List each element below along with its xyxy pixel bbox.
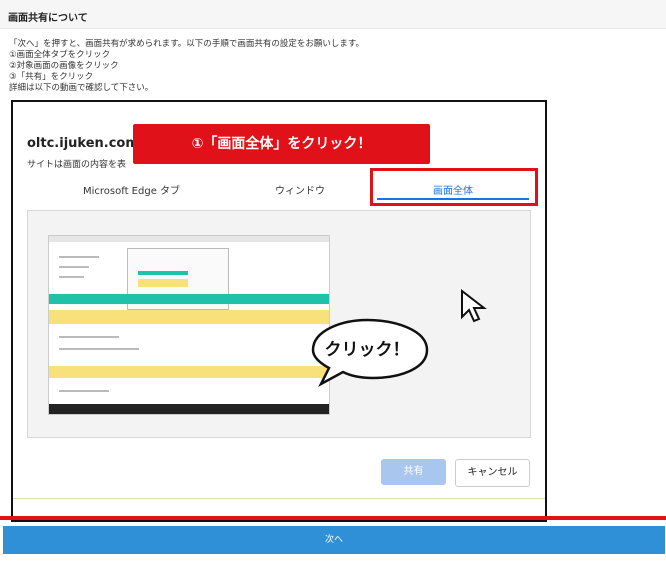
instruction-line: 「次へ」を押すと、画面共有が求められます。以下の手順で画面共有の設定をお願いしま… (9, 39, 364, 49)
thumb-line (59, 336, 119, 338)
thumb-line (59, 348, 139, 350)
speech-bubble: クリック！ (303, 312, 431, 392)
thumb-taskbar (49, 404, 329, 414)
thumb-line (59, 276, 84, 278)
instruction-line: ①画面全体タブをクリック (9, 50, 111, 60)
speech-bubble-text: クリック！ (324, 340, 410, 360)
thumb-line (59, 256, 99, 258)
mouse-cursor-icon (461, 289, 487, 323)
instruction-line: ②対象画面の画像をクリック (9, 61, 119, 71)
thumb-yellow-bar (49, 310, 329, 324)
share-dialog: oltc.ijuken.com と サイトは画面の内容を表 Microsoft … (13, 102, 545, 520)
next-button[interactable]: 次へ (3, 526, 665, 554)
dialog-subtitle: サイトは画面の内容を表 (27, 160, 127, 170)
thumb-teal-bar (49, 294, 329, 304)
page-header: 画面共有について (0, 0, 666, 29)
screen-preview[interactable] (27, 210, 531, 438)
thumb-bar (138, 279, 188, 287)
dialog-divider (13, 498, 545, 499)
thumb-line (59, 390, 109, 392)
instruction-line: 詳細は以下の動画で確認して下さい。 (9, 83, 154, 93)
tab-highlight-box (370, 168, 538, 206)
instruction-line: ③「共有」をクリック (9, 72, 94, 82)
instructions: 「次へ」を押すと、画面共有が求められます。以下の手順で画面共有の設定をお願いしま… (9, 39, 364, 94)
cancel-button[interactable]: キャンセル (455, 459, 530, 487)
page-title: 画面共有について (8, 13, 88, 24)
tab-window[interactable]: ウィンドウ (275, 182, 325, 197)
screen-thumbnail[interactable] (48, 235, 330, 415)
tab-edge[interactable]: Microsoft Edge タブ (83, 182, 180, 197)
thumb-yellow-bar (49, 366, 329, 378)
share-button[interactable]: 共有 (381, 459, 446, 485)
tutorial-image-frame: oltc.ijuken.com と サイトは画面の内容を表 Microsoft … (11, 100, 547, 522)
red-separator (0, 516, 666, 520)
thumb-line (59, 266, 89, 268)
annotation-banner: ①「画面全体」をクリック！ (133, 124, 430, 164)
thumb-browser-bar (49, 236, 329, 242)
thumb-bar (138, 271, 188, 275)
